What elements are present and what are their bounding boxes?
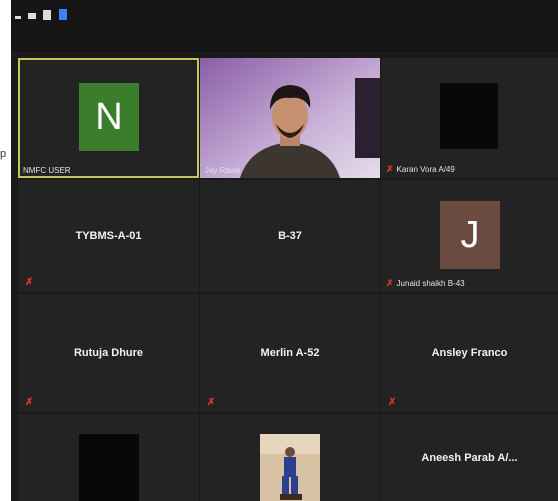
mic-muted-icon: ✗: [207, 397, 216, 408]
participant-tile-video-off[interactable]: [18, 414, 199, 501]
edge-label: p: [0, 148, 7, 160]
participant-tile-tybms-a-01[interactable]: TYBMS-A-01 ✗: [18, 180, 199, 292]
participant-tile-rutuja-dhure[interactable]: Rutuja Dhure ✗: [18, 294, 199, 412]
avatar-letter: N: [95, 95, 123, 138]
mic-muted-icon: ✗: [25, 277, 34, 288]
avatar: J: [440, 201, 500, 269]
participant-name-label: Karan Vora A/49: [396, 165, 455, 174]
participant-tile-aneesh-parab[interactable]: Aneesh Parab A/...: [381, 414, 558, 501]
participant-name-label: NMFC USER: [23, 166, 71, 175]
participant-tile-karan-vora[interactable]: ✗ Karan Vora A/49: [381, 58, 558, 178]
avatar-letter: J: [460, 213, 480, 256]
participant-name-label: Aneesh Parab A/...: [421, 451, 518, 464]
participant-name: Jay Raval: [205, 166, 240, 175]
participant-video: [200, 58, 380, 178]
participant-tile-jay-raval[interactable]: Jay Raval: [200, 58, 380, 178]
participant-name-label: Rutuja Dhure: [73, 347, 144, 359]
meeting-window: N NMFC USER Jay Raval ✗ Karan Vora A/49 …: [11, 0, 558, 501]
title-bar: [11, 0, 558, 52]
participant-tile-video[interactable]: [200, 414, 380, 501]
participant-tile-ansley-franco[interactable]: Ansley Franco ✗: [381, 294, 558, 412]
participant-name-label: Ansley Franco: [431, 347, 508, 359]
participant-name-label: Jay Raval: [205, 166, 241, 175]
participant-tile-b-37[interactable]: B-37: [200, 180, 380, 292]
mic-muted-icon: ✗: [386, 278, 394, 288]
mic-muted-icon: ✗: [25, 397, 34, 408]
participant-name-label: Merlin A-52: [260, 347, 320, 359]
video-off-placeholder: [79, 434, 139, 501]
mic-muted-icon: ✗: [386, 164, 394, 174]
security-icon[interactable]: [59, 9, 67, 20]
participant-name: ✗ Junaid shaikh B-43: [386, 278, 465, 289]
participant-name-label: B-37: [278, 230, 302, 242]
view-icon[interactable]: [43, 10, 51, 20]
restore-icon[interactable]: [28, 13, 36, 19]
avatar: N: [79, 83, 139, 151]
mic-muted-icon: ✗: [388, 397, 397, 408]
participant-video: [260, 434, 320, 501]
minimize-icon[interactable]: [15, 16, 21, 19]
participant-name: ✗ Karan Vora A/49: [386, 164, 455, 175]
participant-name: NMFC USER: [23, 166, 71, 175]
participant-tile-nmfc-user[interactable]: N NMFC USER: [18, 58, 199, 178]
participant-tile-junaid-shaikh[interactable]: J ✗ Junaid shaikh B-43: [381, 180, 558, 292]
video-off-placeholder: [440, 83, 498, 149]
participant-name-label: TYBMS-A-01: [75, 230, 142, 242]
participant-tile-merlin-a-52[interactable]: Merlin A-52 ✗: [200, 294, 380, 412]
participant-name-label: Junaid shaikh B-43: [396, 279, 465, 288]
